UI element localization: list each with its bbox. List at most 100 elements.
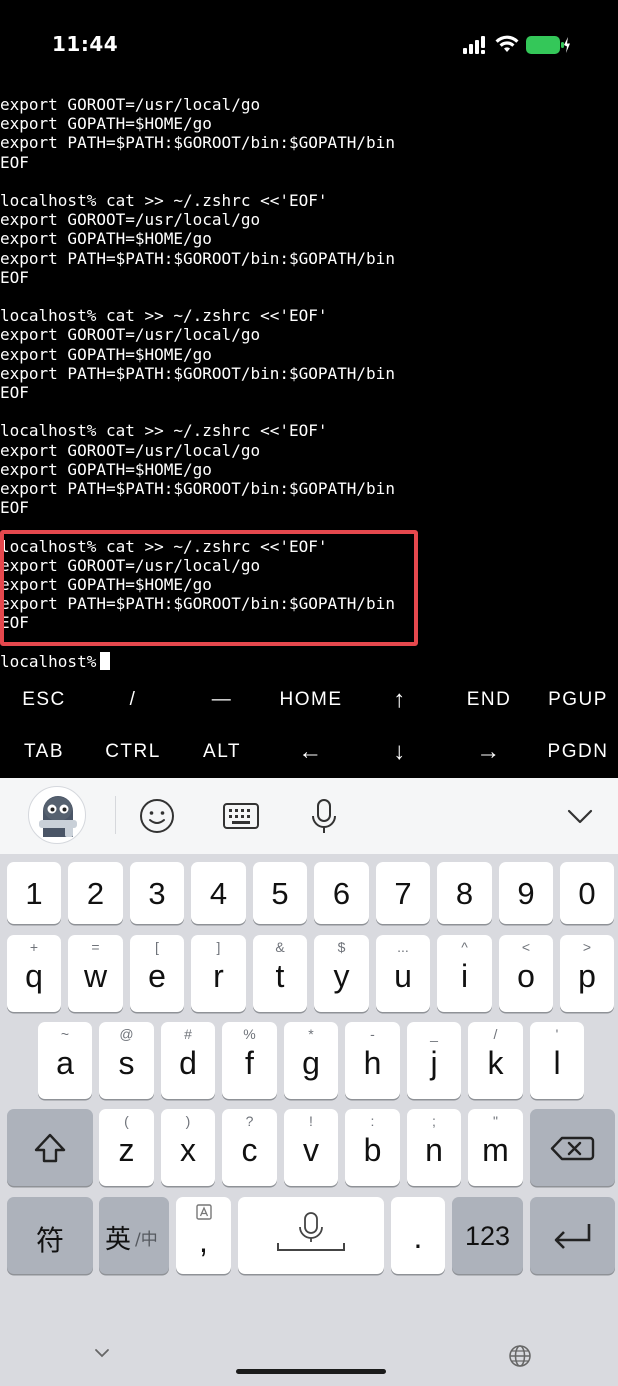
alt-key[interactable]: ALT <box>178 726 266 778</box>
key-i[interactable]: ^ i <box>437 935 492 1012</box>
key-n[interactable]: ; n <box>407 1109 461 1186</box>
terminal-line: EOF <box>0 267 29 287</box>
chevron-down-icon[interactable] <box>560 796 600 836</box>
mascot-avatar[interactable] <box>28 786 86 844</box>
highlight-box <box>0 530 418 646</box>
terminal-line: EOF <box>0 152 29 172</box>
key-k[interactable]: / k <box>468 1022 523 1099</box>
key-r[interactable]: ] r <box>191 935 246 1012</box>
terminal-line: export GOROOT=/usr/local/go <box>0 440 261 460</box>
cellular-signal-icon <box>463 36 485 54</box>
terminal-line: localhost% cat >> ~/.zshrc <<'EOF' <box>0 306 328 326</box>
terminal-line: export GOROOT=/usr/local/go <box>0 325 261 345</box>
key-2[interactable]: 2 <box>68 862 123 924</box>
key-z[interactable]: (z <box>99 1109 154 1186</box>
key-p[interactable]: > p <box>560 935 614 1012</box>
key-f[interactable]: % f <box>222 1022 277 1099</box>
pgdn-key[interactable]: PGDN <box>534 726 618 778</box>
battery-fill <box>526 36 560 54</box>
terminal-line: EOF <box>0 498 29 518</box>
backspace-icon <box>550 1136 595 1161</box>
shift-key[interactable] <box>7 1109 93 1186</box>
dash-key[interactable]: — <box>178 674 266 726</box>
key-5[interactable]: 5 <box>253 862 307 924</box>
return-icon <box>554 1224 591 1249</box>
key-9[interactable]: 9 <box>499 862 553 924</box>
tab-key[interactable]: TAB <box>0 726 88 778</box>
backspace-key[interactable] <box>530 1109 615 1186</box>
key-h[interactable]: -h <box>345 1022 400 1099</box>
home-indicator[interactable] <box>236 1369 386 1374</box>
key-8[interactable]: 8 <box>437 862 492 924</box>
key-j[interactable]: _ j <box>407 1022 461 1099</box>
key-d[interactable]: # d <box>161 1022 215 1099</box>
keyboard-dismiss-icon[interactable] <box>92 1346 112 1360</box>
terminal-prompt: localhost% <box>0 651 97 671</box>
keyboard-icon[interactable] <box>221 796 261 836</box>
terminal-prompt-line[interactable]: localhost% <box>0 651 111 671</box>
terminal-line: export GOPATH=$HOME/go <box>0 229 212 249</box>
globe-icon[interactable] <box>508 1344 532 1368</box>
period-key[interactable]: . <box>391 1197 445 1274</box>
terminal-line: export PATH=$PATH:$GOROOT/bin:$GOPATH/bi… <box>0 479 395 498</box>
key-c[interactable]: ? c <box>222 1109 277 1186</box>
arrow-down-key[interactable]: ↓ <box>356 726 444 778</box>
language-key[interactable]: 英 /中 <box>99 1197 169 1274</box>
key-m[interactable]: " m <box>468 1109 523 1186</box>
comma-key[interactable]: , <box>176 1197 231 1274</box>
key-w[interactable]: = w <box>68 935 123 1012</box>
key-o[interactable]: < o <box>499 935 553 1012</box>
esc-key[interactable]: ESC <box>0 674 88 726</box>
space-key[interactable] <box>238 1197 384 1274</box>
numbers-key[interactable]: 123 <box>452 1197 523 1274</box>
key-g[interactable]: * g <box>284 1022 338 1099</box>
status-bar: 11:44 <box>0 0 618 90</box>
key-0[interactable]: 0 <box>560 862 614 924</box>
terminal-line: export GOROOT=/usr/local/go <box>0 210 261 230</box>
arrow-left-key[interactable]: ← <box>267 726 355 778</box>
battery-charging-icon <box>526 36 570 54</box>
status-time: 11:44 <box>52 32 119 56</box>
ctrl-key[interactable]: CTRL <box>89 726 177 778</box>
key-s[interactable]: @ s <box>99 1022 154 1099</box>
pgup-key[interactable]: PGUP <box>534 674 618 726</box>
microphone-icon[interactable] <box>304 796 344 836</box>
arrow-right-key[interactable]: → <box>445 726 533 778</box>
home-key[interactable]: HOME <box>267 674 355 726</box>
key-a[interactable]: ~ a <box>38 1022 92 1099</box>
key-1[interactable]: 1 <box>7 862 61 924</box>
key-x[interactable]: ) x <box>161 1109 215 1186</box>
key-q[interactable]: + q <box>7 935 61 1012</box>
extra-keys-bar: ESC / — HOME ↑ END PGUP TAB CTRL ALT ← ↓… <box>0 674 618 778</box>
key-7[interactable]: 7 <box>376 862 430 924</box>
terminal-line: export PATH=$PATH:$GOROOT/bin:$GOPATH/bi… <box>0 133 395 153</box>
shift-icon <box>34 1133 66 1163</box>
end-key[interactable]: END <box>445 674 533 726</box>
key-6[interactable]: 6 <box>314 862 369 924</box>
key-t[interactable]: & t <box>253 935 307 1012</box>
terminal-line: EOF <box>0 383 29 402</box>
key-b[interactable]: :b <box>345 1109 400 1186</box>
key-e[interactable]: [e <box>130 935 184 1012</box>
return-key[interactable] <box>530 1197 615 1274</box>
key-3[interactable]: 3 <box>130 862 184 924</box>
keyboard-toolbar <box>0 778 618 854</box>
key-u[interactable]: ... u <box>376 935 430 1012</box>
symbols-key[interactable]: 符 <box>7 1197 93 1274</box>
terminal-cursor <box>100 651 111 670</box>
key-l[interactable]: ' l <box>530 1022 584 1099</box>
terminal-line: export GOPATH=$HOME/go <box>0 459 212 479</box>
wifi-icon <box>495 35 519 52</box>
terminal-line: export GOPATH=$HOME/go <box>0 344 212 364</box>
arrow-up-key[interactable]: ↑ <box>356 674 444 726</box>
key-y[interactable]: $ y <box>314 935 369 1012</box>
mascot-icon <box>39 796 77 837</box>
slash-key[interactable]: / <box>89 674 177 726</box>
terminal-output[interactable]: export GOROOT=/usr/local/go export GOPAT… <box>0 90 618 680</box>
emoji-icon[interactable] <box>137 796 177 836</box>
key-v[interactable]: ! v <box>284 1109 338 1186</box>
soft-keyboard: 1 2 3 4 5 6 7 8 9 0 + q = w [e ] r & t $ y ..… <box>0 778 618 1386</box>
terminal-line: localhost% cat >> ~/.zshrc <<'EOF' <box>0 421 328 441</box>
space-mic-icon <box>277 1212 345 1251</box>
key-4[interactable]: 4 <box>191 862 246 924</box>
